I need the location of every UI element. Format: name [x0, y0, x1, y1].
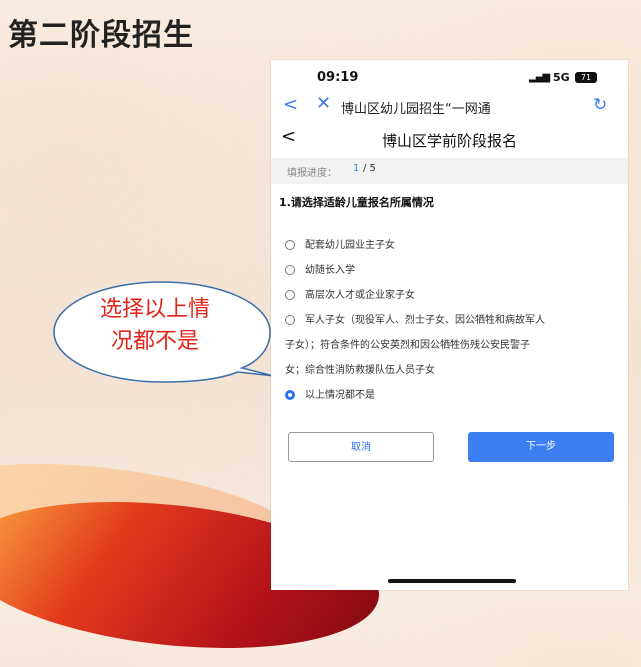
option-label: 配套幼儿园业主子女 — [305, 240, 395, 251]
page-header: < 博山区学前阶段报名 — [271, 124, 628, 154]
chevron-left-icon[interactable]: < — [283, 94, 298, 115]
callout-line-1: 选择以上情 — [99, 297, 210, 322]
page-title: 博山区学前阶段报名 — [381, 132, 517, 150]
option-item[interactable]: 幼随长入学 — [285, 258, 625, 283]
option-list: 配套幼儿园业主子女 幼随长入学 高层次人才或企业家子女 军人子女（现役军人、烈士… — [285, 233, 625, 408]
home-indicator — [388, 579, 516, 583]
option-item[interactable]: 军人子女（现役军人、烈士子女、因公牺牲和病故军人 子女）；符合条件的公安英烈和因… — [285, 308, 625, 383]
close-icon[interactable]: ✕ — [316, 93, 331, 114]
battery-icon: 71 — [575, 72, 597, 83]
cancel-button[interactable]: 取消 — [288, 432, 434, 462]
slide-title: 第二阶段招生 — [8, 18, 194, 53]
phone-screen: 09:19 ▂▄▆ 5G 71 < ✕ 博山区幼儿园招生“一网通 ↻ < 博山区… — [271, 60, 628, 590]
browser-title: 博山区幼儿园招生“一网通 — [341, 102, 491, 117]
option-item-selected[interactable]: 以上情况都不是 — [285, 383, 625, 408]
question-title: 1.请选择适龄儿童报名所属情况 — [279, 196, 434, 209]
option-label: 高层次人才或企业家子女 — [305, 290, 415, 301]
radio-button[interactable] — [285, 240, 295, 250]
browser-nav-bar: < ✕ 博山区幼儿园招生“一网通 ↻ — [271, 92, 628, 122]
callout-bubble: 选择以上情 况都不是 — [52, 280, 274, 384]
network-type: 5G — [553, 71, 570, 84]
option-label: 幼随长入学 — [305, 265, 355, 276]
progress-indicator: 填报进度： 1 / 5 — [271, 158, 628, 184]
status-time: 09:19 — [317, 70, 359, 85]
next-step-button[interactable]: 下一步 — [468, 432, 614, 462]
radio-button[interactable] — [285, 265, 295, 275]
option-item[interactable]: 配套幼儿园业主子女 — [285, 233, 625, 258]
signal-icon: ▂▄▆ — [529, 72, 550, 83]
option-label-line-2: 子女）；符合条件的公安英烈和因公牺牲伤残公安民警子 — [285, 340, 530, 351]
refresh-icon[interactable]: ↻ — [593, 95, 607, 115]
progress-label: 填报进度： — [287, 168, 337, 179]
progress-current: 1 — [353, 163, 360, 174]
status-bar: 09:19 ▂▄▆ 5G 71 — [271, 60, 628, 90]
callout-text: 选择以上情 况都不是 — [80, 294, 230, 358]
option-label-line-1: 军人子女（现役军人、烈士子女、因公牺牲和病故军人 — [305, 315, 545, 326]
radio-button[interactable] — [285, 290, 295, 300]
radio-button-checked[interactable] — [285, 390, 295, 400]
progress-total: / 5 — [363, 163, 376, 174]
radio-button[interactable] — [285, 315, 295, 325]
option-label-line-3: 女；综合性消防救援队伍人员子女 — [285, 365, 435, 376]
option-item[interactable]: 高层次人才或企业家子女 — [285, 283, 625, 308]
option-label: 以上情况都不是 — [305, 390, 375, 401]
callout-line-2: 况都不是 — [110, 329, 199, 354]
